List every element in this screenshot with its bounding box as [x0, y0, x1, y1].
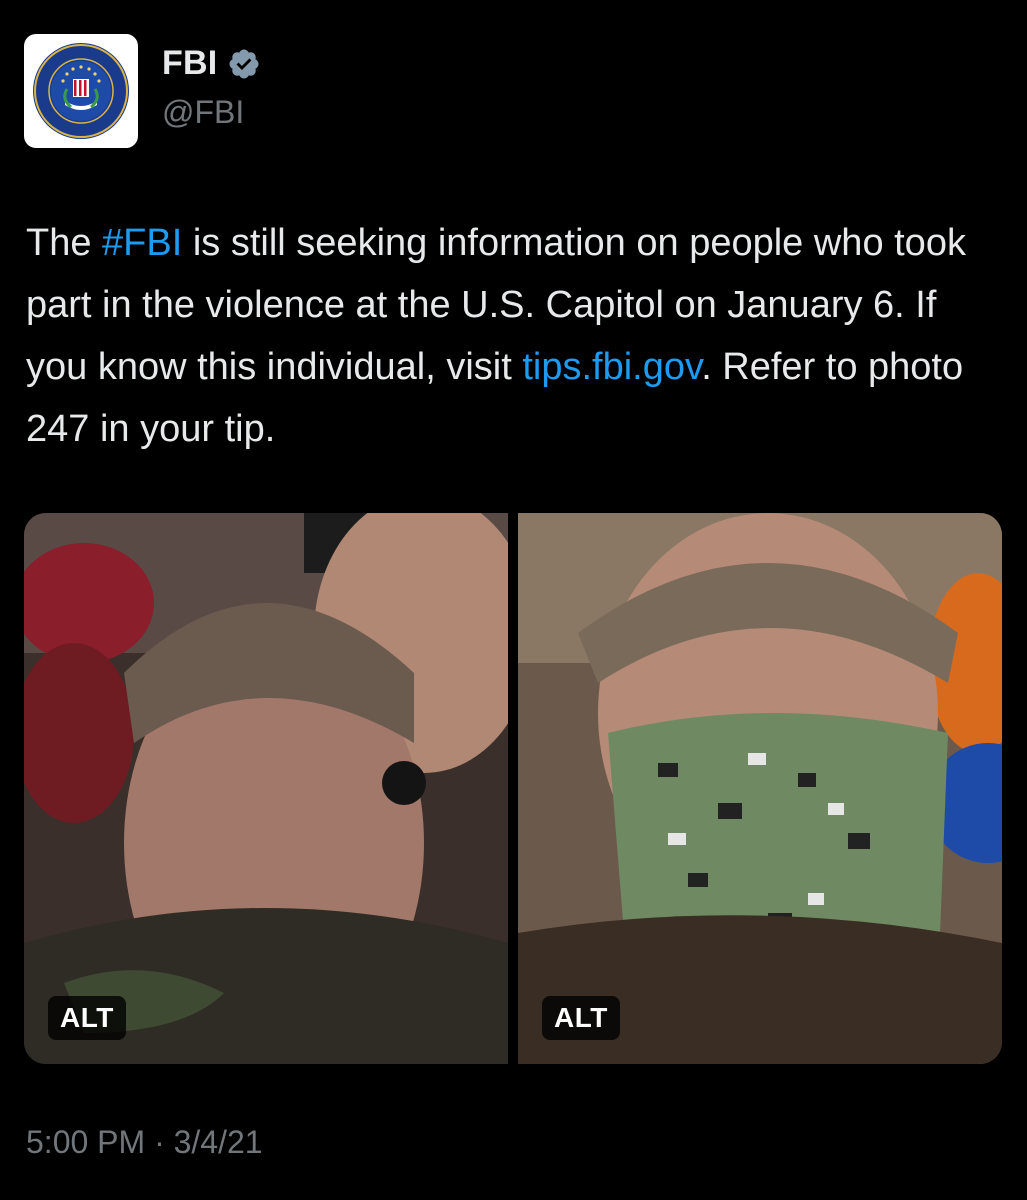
- photo-2[interactable]: ALT: [518, 513, 1002, 1064]
- fbi-seal-icon: [33, 43, 129, 139]
- display-name-row[interactable]: FBI: [162, 44, 261, 83]
- alt-badge[interactable]: ALT: [542, 996, 620, 1040]
- tips-link[interactable]: tips.fbi.gov: [522, 346, 701, 388]
- handle[interactable]: @FBI: [162, 94, 244, 131]
- photo-man-no-mask-icon: [24, 513, 508, 1064]
- display-name[interactable]: FBI: [162, 44, 217, 83]
- media-grid: ALT ALT: [24, 513, 1002, 1064]
- tweet-text: The #FBI is still seeking information on…: [26, 212, 986, 460]
- text-before: The: [26, 222, 103, 264]
- timestamp[interactable]: 5:00 PM · 3/4/21: [26, 1124, 263, 1161]
- tweet: FBI @FBI The #FBI is still seeking infor…: [0, 0, 1027, 1200]
- photo-man-camo-mask-icon: [518, 513, 1002, 1064]
- photo-1[interactable]: ALT: [24, 513, 508, 1064]
- hashtag-link[interactable]: #FBI: [102, 222, 182, 264]
- verified-badge-icon: [229, 48, 259, 79]
- alt-badge[interactable]: ALT: [48, 996, 126, 1040]
- avatar[interactable]: [24, 34, 138, 148]
